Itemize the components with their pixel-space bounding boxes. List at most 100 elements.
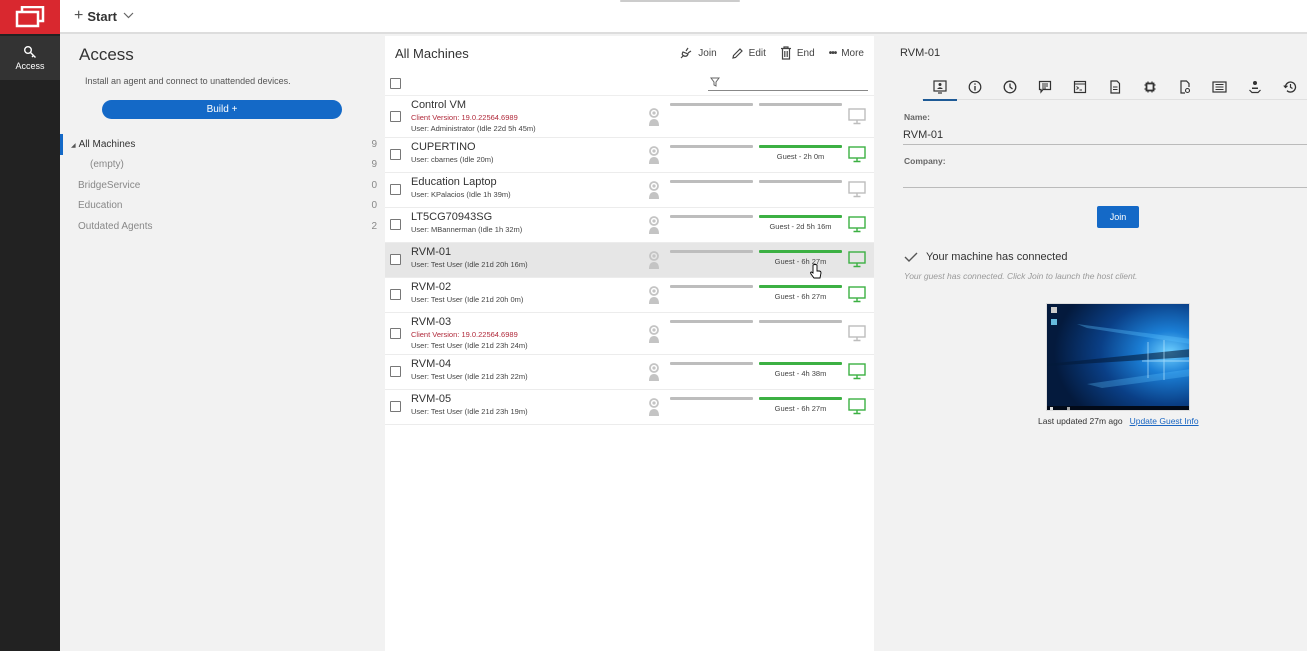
monitor-online-icon[interactable] (848, 216, 866, 238)
row-checkbox[interactable] (390, 219, 401, 230)
join-button[interactable]: Join (679, 46, 717, 60)
machine-row[interactable]: LT5CG70943SG User: MBannerman (Idle 1h 32… (385, 208, 874, 243)
machine-user: User: Test User (Idle 21d 20h 16m) (411, 260, 528, 269)
machine-user: User: cbarnes (Idle 20m) (411, 155, 494, 164)
guest-connection-duration: Guest - 6h 27m (774, 292, 827, 301)
start-button[interactable]: + Start (74, 7, 134, 25)
tab-timeline[interactable] (992, 74, 1027, 100)
client-version-warning: Client Version: 19.0.22564.6989 (411, 113, 518, 122)
filter-input[interactable] (708, 74, 868, 91)
machine-info: LT5CG70943SG User: MBannerman (Idle 1h 32… (411, 211, 522, 235)
group-item-outdated-agents[interactable]: Outdated Agents 2 (60, 216, 385, 237)
host-user-icon (647, 362, 661, 387)
edit-label: Edit (748, 47, 766, 59)
row-checkbox[interactable] (390, 110, 401, 122)
app-logo[interactable] (0, 0, 60, 34)
tab-access[interactable] (1237, 74, 1272, 100)
edit-button[interactable]: Edit (731, 46, 766, 60)
group-label: (empty) (90, 159, 124, 171)
name-field[interactable]: RVM-01 (903, 127, 1307, 145)
top-bar: + Start (0, 0, 1307, 34)
row-checkbox[interactable] (390, 184, 401, 195)
row-checkbox[interactable] (390, 366, 401, 377)
monitor-user-icon (932, 80, 947, 94)
end-button[interactable]: End (780, 46, 815, 60)
trash-icon (780, 46, 791, 60)
host-connection-bar (670, 180, 753, 183)
nav-item-access[interactable]: Access (0, 36, 60, 80)
tab-device[interactable] (1132, 74, 1167, 100)
machine-name: RVM-01 (411, 246, 452, 258)
host-connection-bar (670, 397, 753, 400)
company-field[interactable] (903, 170, 1307, 188)
machine-name: RVM-04 (411, 358, 452, 370)
monitor-offline-icon[interactable] (848, 181, 866, 203)
join-session-button[interactable]: Join (1097, 206, 1139, 228)
monitor-online-icon[interactable] (848, 398, 866, 420)
more-dots-icon: ••• (828, 47, 837, 59)
machine-info: CUPERTINO User: cbarnes (Idle 20m) (411, 141, 494, 165)
host-user-icon (647, 180, 661, 205)
history-icon (1282, 81, 1296, 93)
monitor-offline-icon[interactable] (848, 324, 866, 347)
machine-row[interactable]: Education Laptop User: KPalacios (Idle 1h… (385, 173, 874, 208)
group-item-education[interactable]: Education 0 (60, 196, 385, 217)
tab-messages[interactable] (1027, 74, 1062, 100)
group-label: BridgeService (78, 179, 141, 191)
detail-tabs (922, 74, 1307, 101)
machine-user: User: Test User (Idle 21d 20h 0m) (411, 295, 524, 304)
more-button[interactable]: ••• More (829, 46, 864, 60)
row-checkbox[interactable] (390, 327, 401, 339)
machine-info: RVM-05 User: Test User (Idle 21d 23h 19m) (411, 393, 528, 417)
machine-row[interactable]: RVM-05 User: Test User (Idle 21d 23h 19m)… (385, 390, 874, 425)
group-count: 0 (371, 200, 377, 212)
machine-row[interactable]: CUPERTINO User: cbarnes (Idle 20m) Guest -… (385, 138, 874, 173)
guest-connection-duration: Guest - 6h 27m (774, 257, 827, 266)
group-item-bridgeservice[interactable]: BridgeService 0 (60, 175, 385, 196)
update-guest-info-link[interactable]: Update Guest Info (1130, 416, 1199, 426)
tab-events[interactable] (1202, 74, 1237, 100)
tab-general[interactable] (957, 74, 992, 100)
guest-connection-duration: Guest - 4h 38m (774, 369, 827, 378)
checkmark-icon (904, 252, 918, 262)
monitor-online-icon[interactable] (848, 251, 866, 273)
machine-row[interactable]: RVM-01 User: Test User (Idle 21d 20h 16m)… (385, 243, 874, 278)
tab-notes[interactable] (1097, 74, 1132, 100)
row-checkbox[interactable] (390, 401, 401, 412)
host-user-icon (647, 285, 661, 310)
detail-title: RVM-01 (900, 47, 941, 59)
client-version-warning: Client Version: 19.0.22564.6989 (411, 330, 518, 339)
row-checkbox[interactable] (390, 149, 401, 160)
windows-desktop-thumbnail (1047, 304, 1189, 410)
select-all-checkbox[interactable] (390, 78, 401, 89)
end-label: End (796, 47, 815, 59)
tab-files[interactable] (1167, 74, 1202, 100)
machine-row[interactable]: RVM-03 Client Version: 19.0.22564.6989 Use… (385, 313, 874, 355)
build-button[interactable]: Build + (102, 100, 342, 119)
row-checkbox[interactable] (390, 254, 401, 265)
group-item-all-machines[interactable]: ◢ All Machines 9 (60, 134, 385, 155)
machine-info: RVM-01 User: Test User (Idle 21d 20h 16m) (411, 246, 528, 270)
monitor-online-icon[interactable] (848, 286, 866, 308)
machine-name: RVM-03 (411, 316, 452, 328)
host-connection-bar (670, 285, 753, 288)
group-item-empty[interactable]: (empty) 9 (60, 155, 385, 176)
machine-row[interactable]: RVM-04 User: Test User (Idle 21d 23h 22m)… (385, 355, 874, 390)
group-label: All Machines (78, 138, 136, 150)
machine-row[interactable]: RVM-02 User: Test User (Idle 21d 20h 0m) G… (385, 278, 874, 313)
monitor-online-icon[interactable] (848, 363, 866, 385)
name-label: Name: (904, 112, 930, 122)
machine-list: Control VM Client Version: 19.0.22564.698… (385, 96, 874, 425)
connected-status: Your machine has connected (904, 251, 1067, 263)
tab-history[interactable] (1272, 74, 1307, 100)
tab-commands[interactable] (1062, 74, 1097, 100)
tab-start[interactable] (922, 74, 957, 101)
machines-panel: All Machines Join Edit End ••• More Cont… (385, 36, 874, 651)
group-count: 9 (371, 138, 377, 150)
machine-row[interactable]: Control VM Client Version: 19.0.22564.698… (385, 96, 874, 138)
row-checkbox[interactable] (390, 289, 401, 300)
monitor-offline-icon[interactable] (848, 107, 866, 130)
monitor-online-icon[interactable] (848, 146, 866, 168)
expand-triangle-icon[interactable]: ◢ (71, 143, 76, 149)
guest-screenshot[interactable] (1046, 303, 1190, 411)
